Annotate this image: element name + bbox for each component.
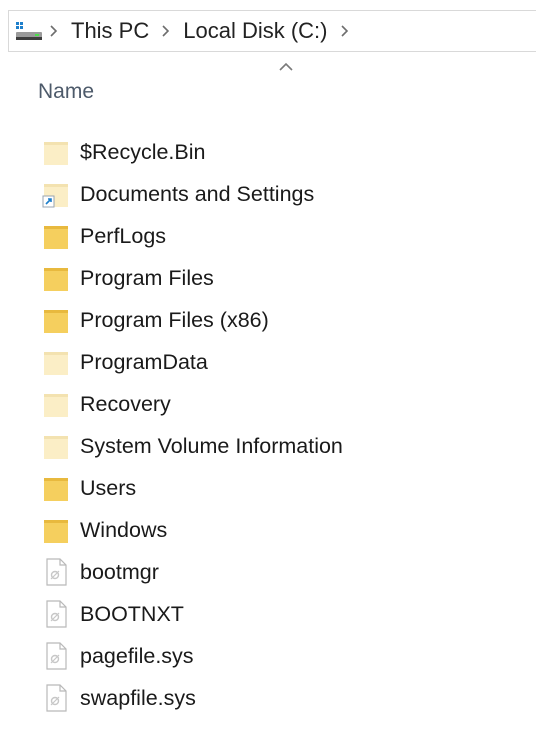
item-label: Program Files (x86) [80, 307, 269, 332]
item-label: swapfile.sys [80, 685, 196, 710]
system-file-icon [42, 599, 70, 629]
list-item[interactable]: Windows [40, 509, 520, 551]
system-file-icon [42, 557, 70, 587]
item-label: pagefile.sys [80, 643, 194, 668]
item-label: Windows [80, 517, 168, 542]
folder-icon [42, 221, 70, 251]
list-item[interactable]: Recovery [40, 383, 520, 425]
list-item[interactable]: bootmgr [40, 551, 520, 593]
sort-ascending-icon [276, 60, 296, 74]
list-item[interactable]: ProgramData [40, 341, 520, 383]
list-item[interactable]: Documents and Settings [40, 173, 520, 215]
breadcrumb-local-disk[interactable]: Local Disk (C:) [175, 18, 335, 44]
folder-icon [42, 263, 70, 293]
item-label: Documents and Settings [80, 181, 315, 206]
list-item[interactable]: System Volume Information [40, 425, 520, 467]
list-item[interactable]: Program Files [40, 257, 520, 299]
list-item[interactable]: swapfile.sys [40, 677, 520, 719]
column-header-name[interactable]: Name [38, 80, 94, 104]
list-item[interactable]: Users [40, 467, 520, 509]
list-item[interactable]: PerfLogs [40, 215, 520, 257]
item-label: Users [80, 475, 137, 500]
list-item[interactable]: BOOTNXT [40, 593, 520, 635]
breadcrumb-this-pc[interactable]: This PC [63, 18, 157, 44]
chevron-right-icon[interactable] [336, 24, 354, 38]
system-file-icon [42, 641, 70, 671]
folder-icon [42, 431, 70, 461]
folder-icon [42, 515, 70, 545]
item-label: $Recycle.Bin [80, 139, 206, 164]
chevron-right-icon[interactable] [45, 24, 63, 38]
item-label: System Volume Information [80, 433, 343, 458]
folder-icon [42, 347, 70, 377]
item-label: Program Files [80, 265, 214, 290]
list-item[interactable]: $Recycle.Bin [40, 131, 520, 173]
local-disk-icon [15, 19, 45, 43]
folder-icon [42, 389, 70, 419]
list-item[interactable]: pagefile.sys [40, 635, 520, 677]
list-item[interactable]: Program Files (x86) [40, 299, 520, 341]
folder-icon [42, 305, 70, 335]
item-label: Recovery [80, 391, 171, 416]
item-label: PerfLogs [80, 223, 167, 248]
system-file-icon [42, 683, 70, 713]
item-label: BOOTNXT [80, 601, 184, 626]
folder-shortcut-icon [42, 179, 70, 209]
folder-icon [42, 473, 70, 503]
file-list: $Recycle.Bin Documents and Settings PerfLo… [40, 131, 520, 719]
item-label: bootmgr [80, 559, 159, 584]
item-label: ProgramData [80, 349, 208, 374]
chevron-right-icon[interactable] [157, 24, 175, 38]
folder-icon [42, 137, 70, 167]
address-bar[interactable]: This PC Local Disk (C:) [8, 10, 536, 52]
